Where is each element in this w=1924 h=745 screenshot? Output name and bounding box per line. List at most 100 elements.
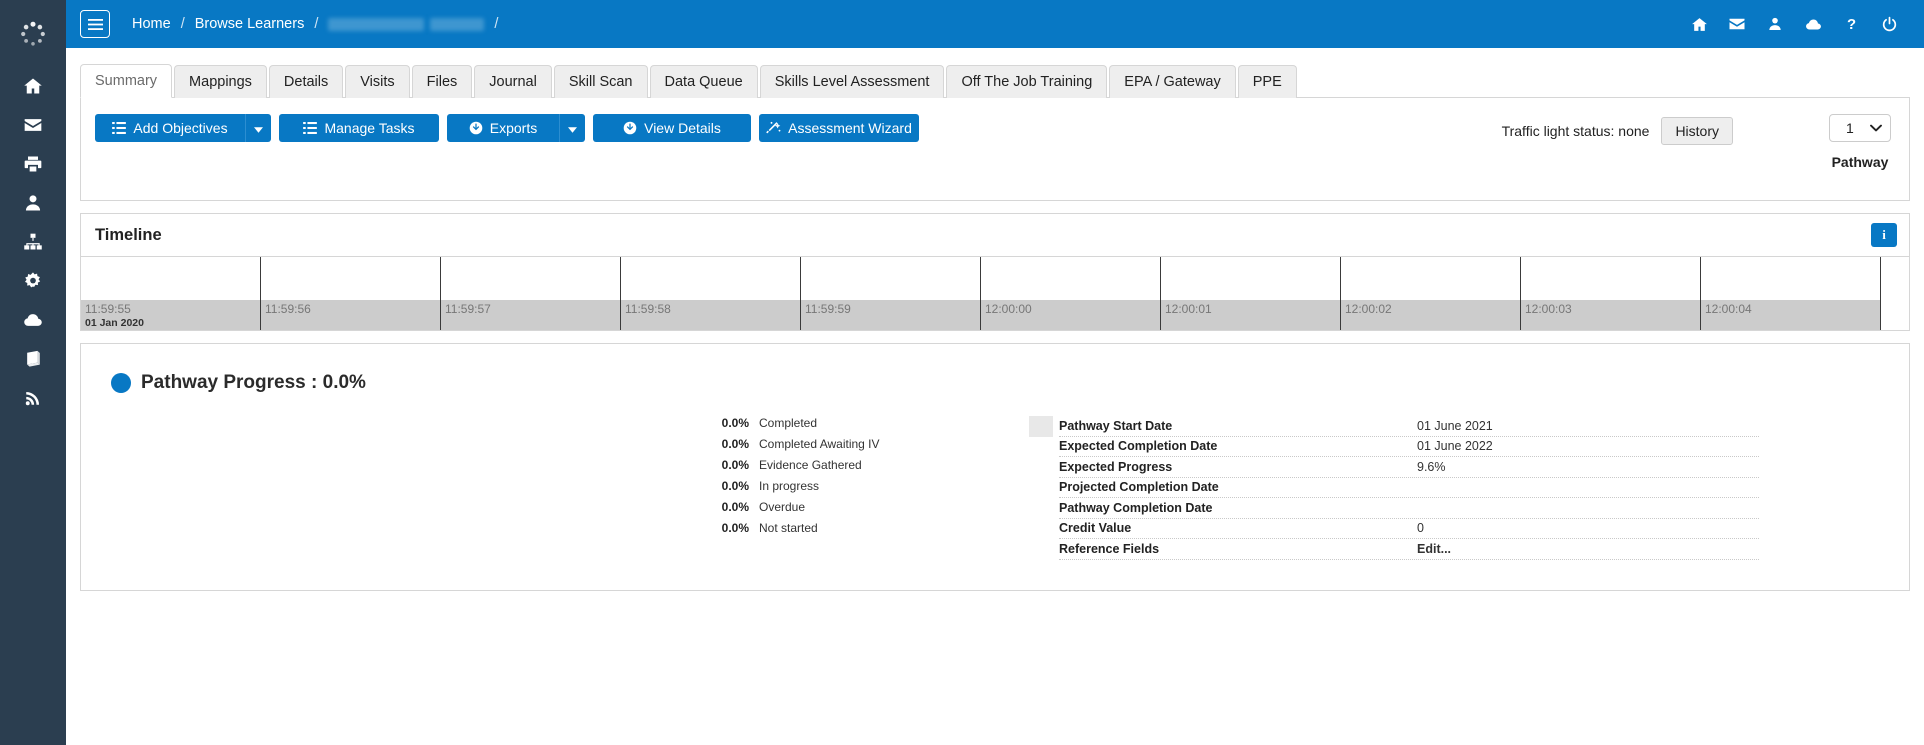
row-value: 01 June 2022	[1417, 439, 1493, 454]
exports-button[interactable]: Exports	[447, 114, 559, 142]
user-icon	[23, 193, 43, 213]
timeline-track	[621, 257, 800, 300]
timeline-tick-label: 11:59:56	[265, 302, 311, 316]
progress-legend: 0.0% Completed 0.0% Completed Awaiting I…	[81, 416, 1021, 560]
tab-summary[interactable]: Summary	[80, 64, 173, 98]
timeline-tick: 12:00:02	[1341, 300, 1520, 330]
add-objectives-caret-button[interactable]	[245, 114, 271, 142]
breadcrumb-separator: /	[180, 16, 185, 32]
reference-fields-edit-link[interactable]: Edit...	[1417, 542, 1451, 556]
table-row: Expected Progress 9.6%	[1059, 457, 1759, 478]
timeline-tick-label: 12:00:00	[985, 302, 1032, 316]
assessment-wizard-label: Assessment Wizard	[788, 120, 912, 136]
timeline-tick: 11:59:58	[621, 300, 800, 330]
sidebar-item-home[interactable]	[0, 66, 66, 105]
timeline-tick-label: 12:00:02	[1345, 302, 1392, 316]
tab-journal[interactable]: Journal	[474, 65, 552, 98]
timeline-axis[interactable]: 11:59:55 01 Jan 2020 11:59:56 11:59:57 1…	[81, 256, 1909, 330]
add-objectives-button[interactable]: Add Objectives	[95, 114, 245, 142]
traffic-light-status-group: Traffic light status: none History	[1502, 117, 1733, 145]
pathway-selector-label: Pathway	[1831, 154, 1889, 170]
topbar-cloud-button[interactable]	[1794, 4, 1832, 44]
tab-details[interactable]: Details	[268, 65, 344, 98]
sidebar-item-structure[interactable]	[0, 222, 66, 261]
sidebar-item-cloud[interactable]	[0, 300, 66, 339]
timeline-tick: 12:00:04	[1701, 300, 1880, 330]
tab-skills-level-assessment[interactable]: Skills Level Assessment	[759, 65, 945, 98]
timeline-track	[981, 257, 1160, 300]
timeline-date-label: 01 Jan 2020	[85, 316, 144, 329]
manage-tasks-button[interactable]: Manage Tasks	[279, 114, 439, 142]
tab-files[interactable]: Files	[411, 65, 473, 98]
row-label: Pathway Completion Date	[1059, 500, 1213, 515]
sidebar-item-feed[interactable]	[0, 378, 66, 417]
topbar-help-button[interactable]: ?	[1832, 4, 1870, 44]
timeline-track	[441, 257, 620, 300]
topbar-account-button[interactable]	[1756, 4, 1794, 44]
timeline-tick: 12:00:00	[981, 300, 1160, 330]
view-details-button[interactable]: View Details	[593, 114, 751, 142]
menu-toggle-button[interactable]	[80, 10, 110, 38]
timeline-tick-label: 11:59:57	[445, 302, 491, 316]
exports-caret-button[interactable]	[559, 114, 585, 142]
sidebar-item-messages[interactable]	[0, 105, 66, 144]
topbar-mail-button[interactable]	[1718, 4, 1756, 44]
row-value: 0	[1417, 521, 1424, 536]
progress-dot-icon	[111, 373, 131, 393]
cloud-icon	[1804, 16, 1823, 33]
list-icon	[303, 122, 318, 134]
legend-label: Not started	[759, 521, 818, 535]
envelope-icon	[23, 115, 43, 135]
app-root: Home / Browse Learners / / ? Summary Map…	[0, 0, 1924, 745]
exports-label: Exports	[489, 120, 538, 136]
breadcrumb-item-learner-redacted[interactable]	[328, 16, 485, 32]
toolbar-right-group: Traffic light status: none History 1 Pat…	[1502, 114, 1895, 170]
tab-mappings[interactable]: Mappings	[174, 65, 267, 98]
table-row: Reference Fields Edit...	[1059, 539, 1759, 560]
sidebar-item-library[interactable]	[0, 339, 66, 378]
legend-label: Evidence Gathered	[759, 458, 862, 472]
view-details-group: View Details	[593, 114, 751, 142]
timeline-tick-label: 12:00:03	[1525, 302, 1572, 316]
tab-skill-scan[interactable]: Skill Scan	[553, 65, 648, 98]
pathway-details-table: Pathway Start Date 01 June 2021 Expected…	[1021, 416, 1909, 560]
spinner-logo-icon	[0, 10, 66, 58]
legend-item: 0.0% Completed Awaiting IV	[717, 437, 1017, 451]
row-label: Projected Completion Date	[1059, 480, 1219, 495]
timeline-column: 11:59:59	[801, 257, 981, 330]
breadcrumb-item-browse-learners[interactable]: Browse Learners	[195, 16, 305, 32]
pathway-select[interactable]: 1	[1829, 114, 1891, 142]
tab-visits[interactable]: Visits	[345, 65, 410, 98]
sidebar-item-profile[interactable]	[0, 183, 66, 222]
tab-ppe[interactable]: PPE	[1237, 65, 1297, 98]
topbar-logout-button[interactable]	[1870, 4, 1908, 44]
sidebar-item-print[interactable]	[0, 144, 66, 183]
breadcrumb-separator: /	[494, 16, 499, 32]
left-sidebar	[0, 0, 66, 745]
timeline-tick: 11:59:56	[261, 300, 440, 330]
topbar-home-button[interactable]	[1680, 4, 1718, 44]
assessment-wizard-button[interactable]: Assessment Wizard	[759, 114, 919, 142]
timeline-info-button[interactable]: i	[1871, 223, 1897, 247]
timeline-track	[1161, 257, 1340, 300]
tab-data-queue[interactable]: Data Queue	[649, 65, 758, 98]
svg-text:?: ?	[1846, 17, 1855, 33]
progress-legend-list: 0.0% Completed 0.0% Completed Awaiting I…	[717, 416, 1017, 560]
timeline-track	[1701, 257, 1880, 300]
tab-epa-gateway[interactable]: EPA / Gateway	[1109, 65, 1236, 98]
hamburger-icon	[87, 18, 103, 30]
timeline-columns: 11:59:55 01 Jan 2020 11:59:56 11:59:57 1…	[81, 257, 1909, 330]
sidebar-item-settings[interactable]	[0, 261, 66, 300]
timeline-card: Timeline i 11:59:55 01 Jan 2020 11:59:56…	[80, 213, 1910, 331]
download-circle-icon	[469, 121, 483, 135]
timeline-column: 12:00:04	[1701, 257, 1881, 330]
pathway-progress-card: Pathway Progress : 0.0% 0.0% Completed 0…	[80, 343, 1910, 591]
home-icon	[1691, 16, 1708, 33]
history-button[interactable]: History	[1661, 117, 1733, 145]
timeline-header: Timeline i	[81, 214, 1909, 256]
breadcrumb-item-home[interactable]: Home	[132, 16, 171, 32]
tab-off-the-job-training[interactable]: Off The Job Training	[946, 65, 1108, 98]
timeline-track	[81, 257, 260, 300]
timeline-column: 11:59:57	[441, 257, 621, 330]
toolbar-panel: Add Objectives Manage Tasks Exports View…	[80, 98, 1910, 201]
